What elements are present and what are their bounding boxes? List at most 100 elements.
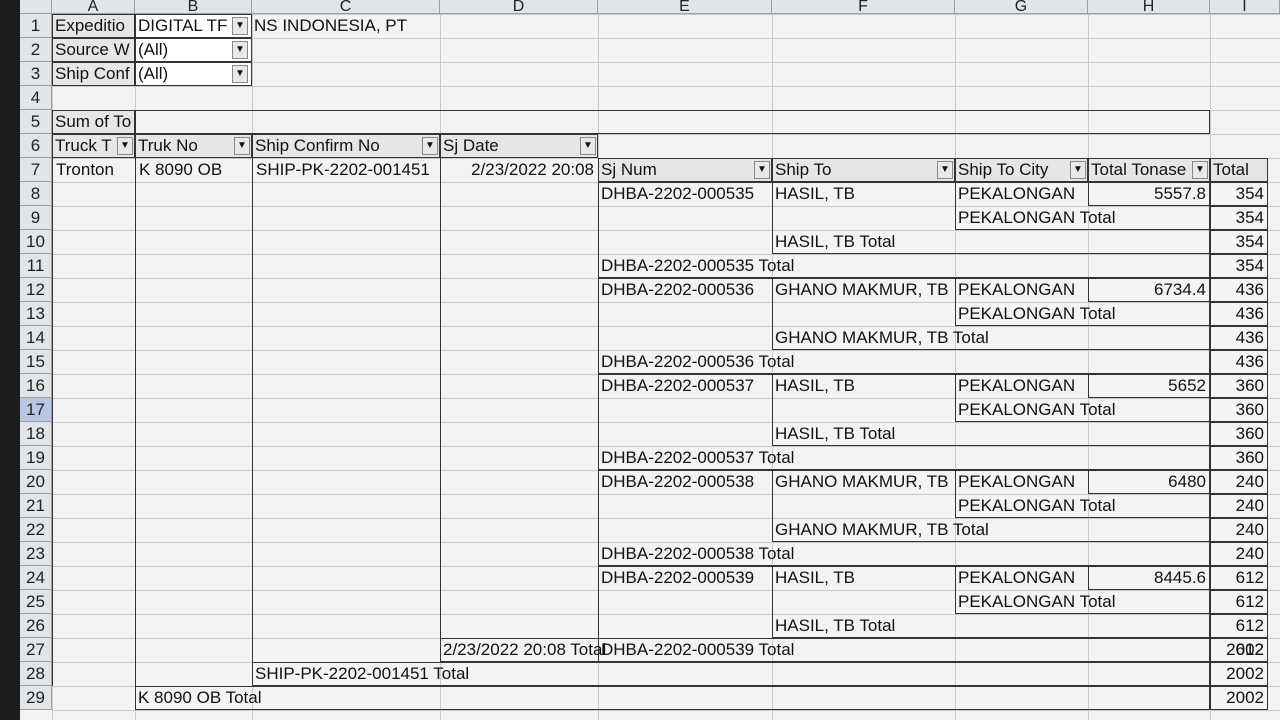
- filter-label: Source W: [55, 40, 130, 59]
- ship-to-total-label: GHANO MAKMUR, TB Total: [775, 328, 989, 347]
- total-value: 612: [1235, 592, 1264, 611]
- filter-value: (All): [138, 64, 169, 83]
- field-header-label: Truck T: [55, 136, 112, 155]
- row-header[interactable]: 1: [20, 14, 52, 38]
- sj-num: DHBA-2202-000537: [601, 376, 755, 395]
- filter-dropdown-icon[interactable]: ▼: [1070, 161, 1086, 179]
- filter-dropdown-icon[interactable]: ▼: [117, 137, 133, 155]
- filter-dropdown-icon[interactable]: ▼: [232, 65, 248, 83]
- row-header[interactable]: 17: [20, 398, 52, 422]
- column-header[interactable]: C: [252, 0, 440, 14]
- filter-dropdown-icon[interactable]: ▼: [232, 17, 248, 35]
- column-header[interactable]: E: [598, 0, 772, 14]
- select-all-corner[interactable]: [20, 0, 52, 14]
- total-value: 360: [1235, 400, 1264, 419]
- total-value: 240: [1235, 496, 1264, 515]
- row-header[interactable]: 9: [20, 206, 52, 230]
- subtotal-label: K 8090 OB Total: [138, 688, 262, 707]
- truk-no-value: K 8090 OB: [139, 160, 223, 179]
- pivot-group-border: [252, 158, 253, 662]
- row-header[interactable]: 5: [20, 110, 52, 134]
- subtotal-label: SHIP-PK-2202-001451 Total: [255, 664, 470, 683]
- filter-dropdown-icon[interactable]: ▼: [1192, 161, 1208, 179]
- city-total-label: PEKALONGAN Total: [958, 400, 1116, 419]
- total-value: 240: [1235, 472, 1264, 491]
- total-value: 612: [1235, 568, 1264, 587]
- column-header[interactable]: B: [135, 0, 252, 14]
- total-value: 354: [1235, 208, 1264, 227]
- filter-dropdown-icon[interactable]: ▼: [580, 137, 596, 155]
- row-header[interactable]: 12: [20, 278, 52, 302]
- filter-value: (All): [138, 40, 169, 59]
- row-header[interactable]: 16: [20, 374, 52, 398]
- field-header-label: Sj Num: [601, 160, 657, 179]
- sj-num: DHBA-2202-000535: [601, 184, 755, 203]
- column-header[interactable]: A: [52, 0, 135, 14]
- ship-to: GHANO MAKMUR, TB: [775, 280, 949, 299]
- row-header[interactable]: 6: [20, 134, 52, 158]
- row-header[interactable]: 22: [20, 518, 52, 542]
- total-value: 2002: [1226, 664, 1264, 683]
- row-header[interactable]: 21: [20, 494, 52, 518]
- row-header[interactable]: 26: [20, 614, 52, 638]
- sj-date-value: 2/23/2022 20:08: [471, 160, 594, 179]
- total-tonase: 8445.6: [1154, 568, 1206, 587]
- column-header[interactable]: F: [772, 0, 955, 14]
- row-header[interactable]: 15: [20, 350, 52, 374]
- row-header[interactable]: 2: [20, 38, 52, 62]
- row-header[interactable]: 25: [20, 590, 52, 614]
- row-header[interactable]: 4: [20, 86, 52, 110]
- ship-to-city: PEKALONGAN: [958, 376, 1076, 395]
- row-header[interactable]: 3: [20, 62, 52, 86]
- filter-label: Ship Conf: [55, 64, 130, 83]
- column-header[interactable]: G: [955, 0, 1088, 14]
- ship-to: HASIL, TB: [775, 568, 855, 587]
- row-header[interactable]: 7: [20, 158, 52, 182]
- row-header[interactable]: 19: [20, 446, 52, 470]
- total-value: 354: [1235, 232, 1264, 251]
- total-value: 360: [1235, 448, 1264, 467]
- total-value: 240: [1235, 520, 1264, 539]
- row-header[interactable]: 14: [20, 326, 52, 350]
- row-header[interactable]: 27: [20, 638, 52, 662]
- ship-confirm-value: SHIP-PK-2202-001451: [256, 160, 430, 179]
- row-header[interactable]: 8: [20, 182, 52, 206]
- total-value: 612: [1235, 616, 1264, 635]
- row-header[interactable]: 28: [20, 662, 52, 686]
- column-header[interactable]: I: [1210, 0, 1280, 14]
- row-header[interactable]: 13: [20, 302, 52, 326]
- row-header[interactable]: 11: [20, 254, 52, 278]
- column-header[interactable]: H: [1088, 0, 1210, 14]
- filter-dropdown-icon[interactable]: ▼: [937, 161, 953, 179]
- ship-to-city: PEKALONGAN: [958, 472, 1076, 491]
- row-header[interactable]: 18: [20, 422, 52, 446]
- row-header[interactable]: 20: [20, 470, 52, 494]
- total-tonase: 6480: [1168, 472, 1206, 491]
- row-header[interactable]: 23: [20, 542, 52, 566]
- total-value: 354: [1235, 184, 1264, 203]
- row-header[interactable]: 10: [20, 230, 52, 254]
- filter-dropdown-icon[interactable]: ▼: [422, 137, 438, 155]
- total-value: 2002: [1226, 688, 1264, 707]
- pivot-group-border: [52, 158, 53, 686]
- ship-to-total-label: GHANO MAKMUR, TB Total: [775, 520, 989, 539]
- field-header-label: Ship Confirm No: [255, 136, 380, 155]
- ship-to-city: PEKALONGAN: [958, 184, 1076, 203]
- total-value: 2002: [1226, 640, 1264, 659]
- total-value: 436: [1235, 352, 1264, 371]
- filter-value: DIGITAL TF: [138, 16, 228, 35]
- spreadsheet[interactable]: A B C D E F G H I 1 2 3 4 5 6 7 8 9 10 11 12 13 14 15 16 17 18 19 20…: [20, 0, 1280, 720]
- filter-dropdown-icon[interactable]: ▼: [232, 41, 248, 59]
- row-header[interactable]: 24: [20, 566, 52, 590]
- filter-dropdown-icon[interactable]: ▼: [234, 137, 250, 155]
- filter-dropdown-icon[interactable]: ▼: [754, 161, 770, 179]
- ship-to-total-label: HASIL, TB Total: [775, 232, 896, 251]
- pivot-group-border: [135, 158, 136, 686]
- column-header[interactable]: D: [440, 0, 598, 14]
- row-header[interactable]: 29: [20, 686, 52, 710]
- total-value: 240: [1235, 544, 1264, 563]
- ship-to-city: PEKALONGAN: [958, 280, 1076, 299]
- field-header-label: Total: [1213, 160, 1249, 179]
- field-header-label: Truk No: [138, 136, 198, 155]
- total-value: 436: [1235, 328, 1264, 347]
